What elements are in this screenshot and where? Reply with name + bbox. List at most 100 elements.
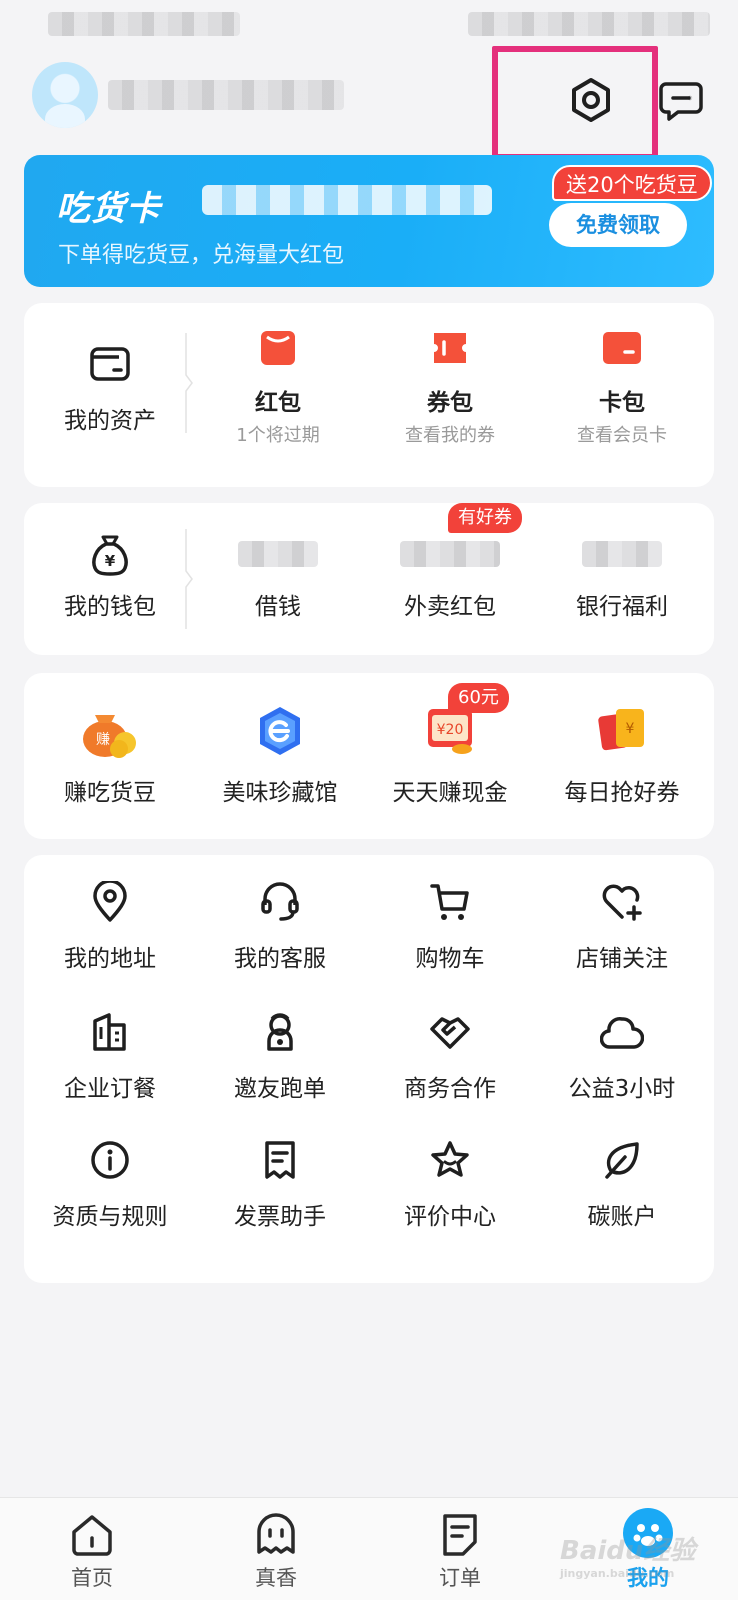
card-icon [603,332,641,364]
red-packet-label: 红包 [255,390,301,416]
red-packet-entry[interactable]: 红包 1个将过期 [192,329,364,459]
my-wallet-label: 我的钱包 [64,594,156,620]
earn-beans-label: 赚吃货豆 [64,780,156,806]
nav-discover[interactable]: 真香 [216,1498,336,1600]
settings-button[interactable] [560,74,622,126]
gourmet-collection-entry[interactable]: 美味珍藏馆 [194,703,366,813]
username-blurred[interactable] [108,80,344,110]
service-charity[interactable]: 公益3小时 [536,1011,708,1111]
service-label: 企业订餐 [64,1076,156,1102]
star-icon [431,1141,469,1177]
order-icon [443,1514,477,1556]
svg-text:¥: ¥ [105,552,116,570]
status-time-blurred [48,12,240,36]
location-pin-icon [93,881,127,922]
earn-beans-entry[interactable]: 赚 赚吃货豆 [24,703,196,813]
banner-title: 吃货卡 [56,189,161,229]
service-label: 发票助手 [234,1204,326,1230]
service-enterprise-order[interactable]: 企业订餐 [24,1011,196,1111]
daily-cash-entry[interactable]: ¥20 天天赚现金 [364,703,536,813]
service-invite-rider[interactable]: 邀友跑单 [194,1011,366,1111]
service-label: 店铺关注 [576,946,668,972]
headset-icon [261,882,299,921]
daily-coupon-label: 每日抢好券 [564,780,680,806]
borrow-label: 借钱 [255,594,301,620]
nav-label: 首页 [71,1566,113,1590]
coupon-ticket-icon: ¥ [598,709,644,751]
coupon-wallet-entry[interactable]: 券包 查看我的券 [364,329,536,459]
baidu-watermark: Baidu经验 jingyan.baidu.com [560,1530,720,1580]
delivery-red-packet-entry[interactable]: 外卖红包 [364,533,536,633]
red-packet-sub: 1个将过期 [236,425,320,446]
my-wallet-entry[interactable]: ¥ 我的钱包 [24,533,196,633]
card-wallet-sub: 查看会员卡 [577,425,667,446]
service-cart[interactable]: 购物车 [364,881,536,981]
delivery-icon-blurred [400,541,500,567]
avatar[interactable] [32,62,98,128]
cart-icon [430,884,469,920]
message-button[interactable] [655,74,707,126]
service-label: 资质与规则 [52,1204,168,1230]
service-label: 商务合作 [404,1076,496,1102]
info-icon [91,1141,129,1179]
building-icon [93,1013,126,1051]
banner-subtitle: 下单得吃货豆，兑海量大红包 [58,243,345,268]
svg-text:¥: ¥ [626,721,635,737]
coupon-icon [434,333,466,363]
claim-free-button[interactable]: 免费领取 [549,203,687,247]
delivery-red-packet-label: 外卖红包 [404,594,496,620]
nav-orders[interactable]: 订单 [400,1498,520,1600]
profile-header [0,46,738,160]
ghost-icon [257,1513,295,1554]
watermark-text: Baidu经验 [560,1536,696,1566]
message-icon [659,82,703,121]
sixty-yuan-tag: 60元 [448,683,509,713]
service-store-follow[interactable]: 店铺关注 [536,881,708,981]
gourmet-gem-icon [260,707,300,755]
foodie-card-banner[interactable]: 吃货卡 下单得吃货豆，兑海量大红包 送20个吃货豆 免费领取 [24,155,714,287]
service-reviews[interactable]: 评价中心 [364,1139,536,1239]
bank-benefit-entry[interactable]: 银行福利 [536,533,708,633]
cash-coupon-text: ¥20 [437,722,464,738]
wallet-panel: ¥ 我的钱包 借钱 外卖红包 有好券 银行福利 [24,503,714,655]
wallet-card-icon [90,347,130,381]
nav-label: 真香 [255,1566,297,1590]
service-label: 邀友跑单 [234,1076,326,1102]
service-label: 我的客服 [234,946,326,972]
service-label: 购物车 [415,946,485,972]
red-packet-icon [261,331,295,365]
daily-coupon-entry[interactable]: ¥ 每日抢好券 [536,703,708,813]
borrow-icon-blurred [238,541,318,567]
rider-icon [267,1013,293,1051]
my-assets-entry[interactable]: 我的资产 [24,341,196,451]
service-label: 我的地址 [64,946,156,972]
service-label: 公益3小时 [568,1076,676,1102]
coupon-wallet-label: 券包 [427,390,473,416]
service-customer-service[interactable]: 我的客服 [194,881,366,981]
service-invoice[interactable]: 发票助手 [194,1139,366,1239]
banner-badge: 送20个吃货豆 [552,165,712,201]
leaf-icon [605,1142,639,1179]
services-panel: 我的地址 我的客服 购物车 店铺关注 企业订餐 邀友跑单 商务合作 公益3小时 … [24,855,714,1283]
bank-benefit-label: 银行福利 [576,594,668,620]
watermark-sub: jingyan.baidu.com [560,1567,675,1580]
nav-label: 订单 [439,1566,481,1590]
promos-panel: 赚 赚吃货豆 美味珍藏馆 ¥20 天天赚现金 60元 ¥ 每日抢好券 [24,673,714,839]
bank-icon-blurred [582,541,662,567]
status-bar [0,12,738,42]
borrow-entry[interactable]: 借钱 [192,533,364,633]
gourmet-collection-label: 美味珍藏馆 [222,780,338,806]
coin-bag-icon: 赚 [83,715,136,758]
receipt-icon [265,1141,295,1179]
service-carbon-account[interactable]: 碳账户 [536,1139,708,1239]
banner-info-blurred [202,185,492,215]
service-business-cooperation[interactable]: 商务合作 [364,1011,536,1111]
card-wallet-entry[interactable]: 卡包 查看会员卡 [536,329,708,459]
nav-home[interactable]: 首页 [32,1498,152,1600]
daily-cash-label: 天天赚现金 [392,780,508,806]
assets-panel: 我的资产 红包 1个将过期 券包 查看我的券 卡包 查看会员卡 [24,303,714,487]
service-qualifications[interactable]: 资质与规则 [24,1139,196,1239]
service-address[interactable]: 我的地址 [24,881,196,981]
coupon-wallet-sub: 查看我的券 [405,425,495,446]
heart-plus-icon [602,884,642,921]
